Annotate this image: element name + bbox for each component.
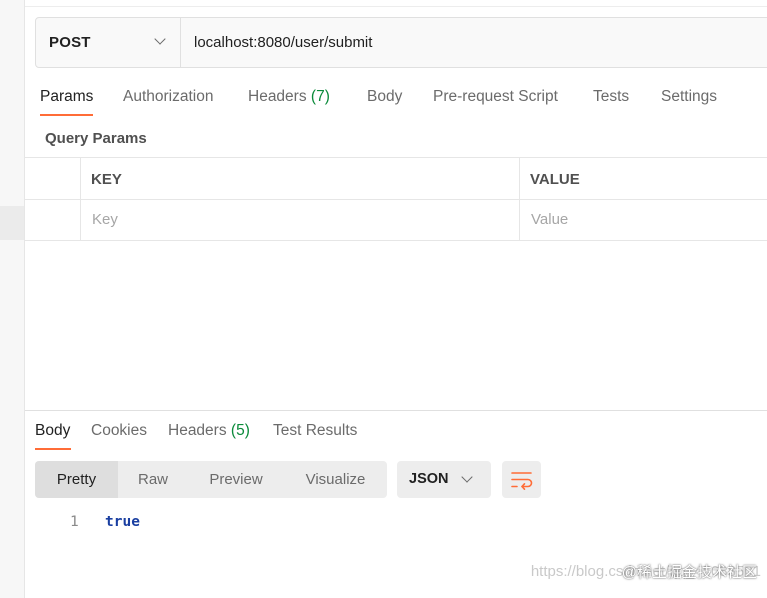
url-input[interactable]: localhost:8080/user/submit	[194, 34, 372, 51]
tab-settings[interactable]: Settings	[661, 88, 717, 106]
column-divider	[80, 158, 81, 240]
tab-test-results[interactable]: Test Results	[273, 422, 357, 440]
table-header-row: KEY VALUE	[25, 158, 767, 200]
sidebar-selected-item[interactable]	[0, 206, 24, 240]
active-tab-indicator	[35, 448, 71, 450]
tab-pre-request-script[interactable]: Pre-request Script	[433, 88, 558, 106]
column-key: KEY	[91, 171, 122, 188]
wrap-lines-icon	[511, 472, 533, 490]
key-input[interactable]: Key	[92, 211, 118, 228]
chevron-down-icon	[461, 471, 473, 483]
view-raw[interactable]: Raw	[118, 461, 188, 498]
format-select[interactable]: JSON	[397, 461, 491, 498]
headers-count: (7)	[310, 88, 330, 105]
method-select[interactable]: POST	[36, 18, 181, 67]
value-input[interactable]: Value	[531, 211, 568, 228]
request-bar: POST localhost:8080/user/submit	[35, 17, 767, 68]
response-divider[interactable]	[25, 410, 767, 411]
code-line: true	[105, 514, 140, 530]
view-mode-selector: Pretty Raw Preview Visualize	[35, 461, 387, 498]
query-params-title: Query Params	[45, 130, 147, 147]
column-divider	[519, 158, 520, 240]
view-visualize[interactable]: Visualize	[284, 461, 387, 498]
tab-headers[interactable]: Headers (7)	[248, 88, 330, 106]
watermark-site-text: @稀土掘金技术社区	[621, 564, 757, 581]
tab-authorization[interactable]: Authorization	[123, 88, 213, 106]
active-tab-indicator	[40, 114, 93, 116]
line-number: 1	[70, 514, 79, 530]
chevron-down-icon	[154, 33, 166, 45]
table-row: Key Value	[25, 199, 767, 241]
tab-response-body[interactable]: Body	[35, 422, 70, 440]
view-pretty[interactable]: Pretty	[35, 461, 118, 498]
params-table: KEY VALUE Key Value	[25, 157, 767, 241]
response-headers-count: (5)	[230, 422, 250, 439]
top-divider	[25, 6, 767, 7]
tab-params[interactable]: Params	[40, 88, 93, 106]
view-preview[interactable]: Preview	[188, 461, 284, 498]
method-label: POST	[49, 34, 91, 51]
tab-cookies[interactable]: Cookies	[91, 422, 147, 440]
tab-body[interactable]: Body	[367, 88, 402, 106]
column-value: VALUE	[530, 171, 580, 188]
wrap-lines-button[interactable]	[502, 461, 541, 498]
format-label: JSON	[409, 471, 449, 487]
left-sidebar	[0, 0, 25, 598]
tab-tests[interactable]: Tests	[593, 88, 629, 106]
tab-response-headers[interactable]: Headers (5)	[168, 422, 250, 440]
watermark-site: @稀土掘金技术社区	[622, 561, 757, 582]
